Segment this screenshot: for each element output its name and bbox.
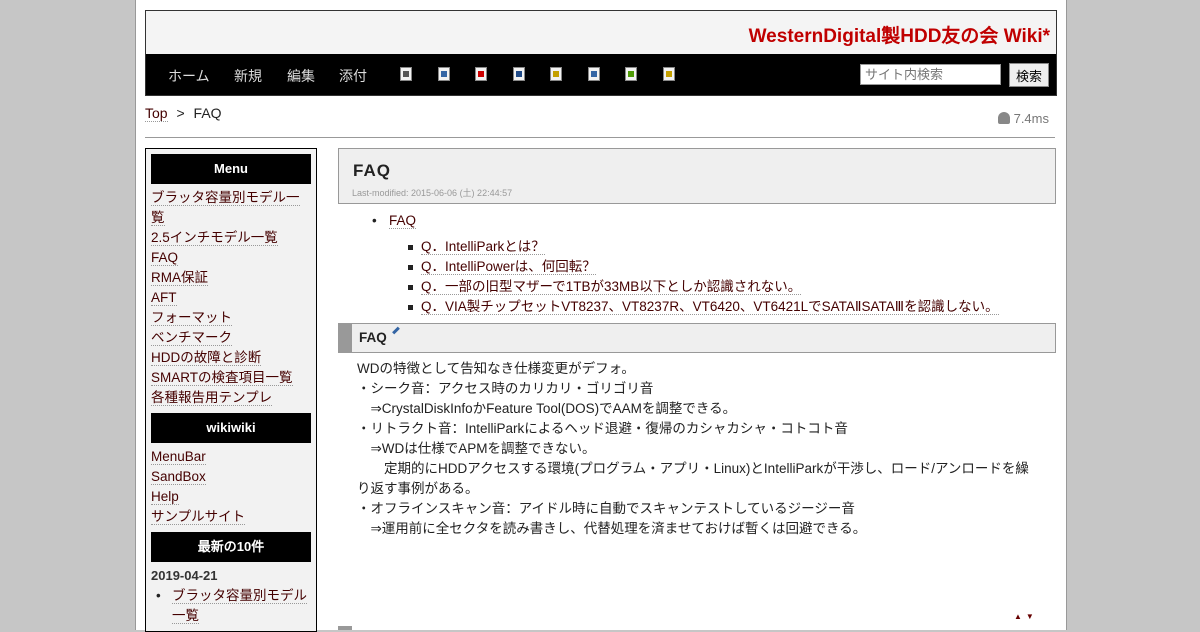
toc-link[interactable]: Q．IntelliParkとは？ (421, 239, 545, 255)
recent-link[interactable]: ブラッタ容量別モデル一覧 (172, 588, 307, 624)
breadcrumb-separator: > (176, 105, 185, 121)
scroll-arrows-icon[interactable]: ▲▼ (1014, 612, 1038, 621)
divider (145, 137, 1055, 138)
toc-item: Q．IntelliPowerは、何回転？ (338, 257, 1056, 277)
search-button[interactable]: 検索 (1009, 63, 1049, 87)
page-title-box: FAQ Last-modified: 2015-06-06 (土) 22:44:… (338, 148, 1056, 204)
menu-link[interactable]: RMA保証 (151, 268, 311, 288)
site-title[interactable]: WesternDigital製HDD友の会 Wiki* (749, 21, 1050, 48)
menu-link[interactable]: 2.5インチモデル一覧 (151, 228, 311, 248)
menubar: Menu ブラッタ容量別モデル一覧 2.5インチモデル一覧 FAQ RMA保証 … (145, 148, 317, 632)
wikiwiki-heading: wikiwiki (151, 413, 311, 443)
menu-heading: Menu (151, 154, 311, 184)
recent-item: ブラッタ容量別モデル一覧 (146, 586, 316, 626)
breadcrumb-top[interactable]: Top (145, 105, 168, 122)
body-line: WDの特徴として告知なき仕様変更がデフォ。 (357, 361, 635, 376)
nav-new[interactable]: 新規 (234, 66, 262, 86)
wiki-link[interactable]: Help (151, 487, 311, 507)
nav-edit[interactable]: 編集 (287, 66, 315, 86)
menu-link[interactable]: AFT (151, 288, 311, 308)
body-line: ・シーク音：アクセス時のカリカリ・ゴリゴリ音 (357, 381, 654, 396)
menu-link[interactable]: FAQ (151, 248, 311, 268)
section-heading: FAQ (338, 323, 1056, 353)
wiki-link[interactable]: MenuBar (151, 447, 311, 467)
menu-links: ブラッタ容量別モデル一覧 2.5インチモデル一覧 FAQ RMA保証 AFT フ… (146, 188, 316, 408)
toc-item: FAQ (338, 211, 1056, 231)
section-title: FAQ (359, 330, 387, 345)
last-modified: Last-modified: 2015-06-06 (土) 22:44:57 (352, 188, 513, 198)
toc-link[interactable]: Q．一部の旧型マザーで1TBが33MB以下としか認識されない。 (421, 279, 802, 295)
recent-heading: 最新の10件 (151, 532, 311, 562)
menu-link[interactable]: 各種報告用テンプレ (151, 388, 311, 408)
toc-item: Q．IntelliParkとは？ (338, 237, 1056, 257)
help-icon[interactable] (663, 67, 675, 81)
next-section-bar (338, 626, 352, 630)
breadcrumb-current: FAQ (193, 105, 222, 121)
toc-item: Q．VIA製チップセットVT8237、VT8237R、VT6420、VT6421… (338, 297, 1056, 317)
page-speed: 7.4ms (997, 111, 1049, 126)
save-icon[interactable] (513, 67, 525, 81)
speed-value: 7.4ms (1013, 111, 1049, 126)
page-title: FAQ (353, 161, 391, 180)
body-line: ⇒CrystalDiskInfoかFeature Tool(DOS)でAAMを調… (357, 401, 737, 416)
body-line: ・リトラクト音：IntelliParkによるヘッド退避・復帰のカシャカシャ・コト… (357, 421, 848, 436)
toc-item: Q．一部の旧型マザーで1TBが33MB以下としか認識されない。 (338, 277, 1056, 297)
pencil-icon[interactable] (392, 326, 400, 335)
nav-attach[interactable]: 添付 (339, 66, 367, 86)
body-line: ⇒WDは仕様でAPMを調整できない。 (357, 441, 596, 456)
wiki-link[interactable]: サンプルサイト (151, 507, 311, 527)
breadcrumb: Top > FAQ (145, 105, 222, 122)
speedometer-icon (997, 112, 1010, 124)
toc-link[interactable]: Q．IntelliPowerは、何回転？ (421, 259, 596, 275)
section-bar (339, 324, 352, 352)
table-of-contents: FAQ Q．IntelliParkとは？ Q．IntelliPowerは、何回転… (338, 211, 1056, 317)
nav-home[interactable]: ホーム (168, 66, 210, 86)
main-content: FAQ Last-modified: 2015-06-06 (土) 22:44:… (338, 148, 1056, 630)
menu-link[interactable]: SMARTの検査項目一覧 (151, 368, 311, 388)
copy-icon[interactable] (400, 67, 412, 81)
wiki-links: MenuBar SandBox Help サンプルサイト (146, 447, 316, 527)
recent-date: 2019-02-17 (146, 626, 316, 631)
toc-link[interactable]: Q．VIA製チップセットVT8237、VT8237R、VT6420、VT6421… (421, 299, 999, 315)
list-icon[interactable] (588, 67, 600, 81)
recent-icon[interactable] (625, 67, 637, 81)
body-line: ⇒運用前に全セクタを読み書きし、代替処理を済ませておけば暫くは回避できる。 (357, 521, 867, 536)
body-line: ・オフラインスキャン音：アイドル時に自動でスキャンテストしているジージー音 (357, 501, 855, 516)
freeze-icon[interactable] (550, 67, 562, 81)
wiki-link[interactable]: SandBox (151, 467, 311, 487)
search-input[interactable] (860, 64, 1001, 85)
menu-link[interactable]: フォーマット (151, 308, 311, 328)
menu-link[interactable]: HDDの故障と診断 (151, 348, 311, 368)
menu-link[interactable]: ブラッタ容量別モデル一覧 (151, 188, 311, 228)
site-header: WesternDigital製HDD友の会 Wiki* ホーム 新規 編集 添付… (145, 10, 1057, 96)
page-wrapper: WesternDigital製HDD友の会 Wiki* ホーム 新規 編集 添付… (135, 0, 1067, 632)
body-line: 定期的にHDDアクセスする環境(プログラム・アプリ・Linux)とIntelli… (357, 461, 1029, 496)
menu-link[interactable]: ベンチマーク (151, 328, 311, 348)
toc-link[interactable]: FAQ (389, 213, 417, 229)
navbar: ホーム 新規 編集 添付 検索 (146, 54, 1056, 95)
recent-date: 2019-04-21 (151, 568, 218, 583)
backup-icon[interactable] (475, 67, 487, 81)
body-text: WDの特徴として告知なき仕様変更がデフォ。 ・シーク音：アクセス時のカリカリ・ゴ… (357, 359, 1037, 539)
diff-icon[interactable] (438, 67, 450, 81)
